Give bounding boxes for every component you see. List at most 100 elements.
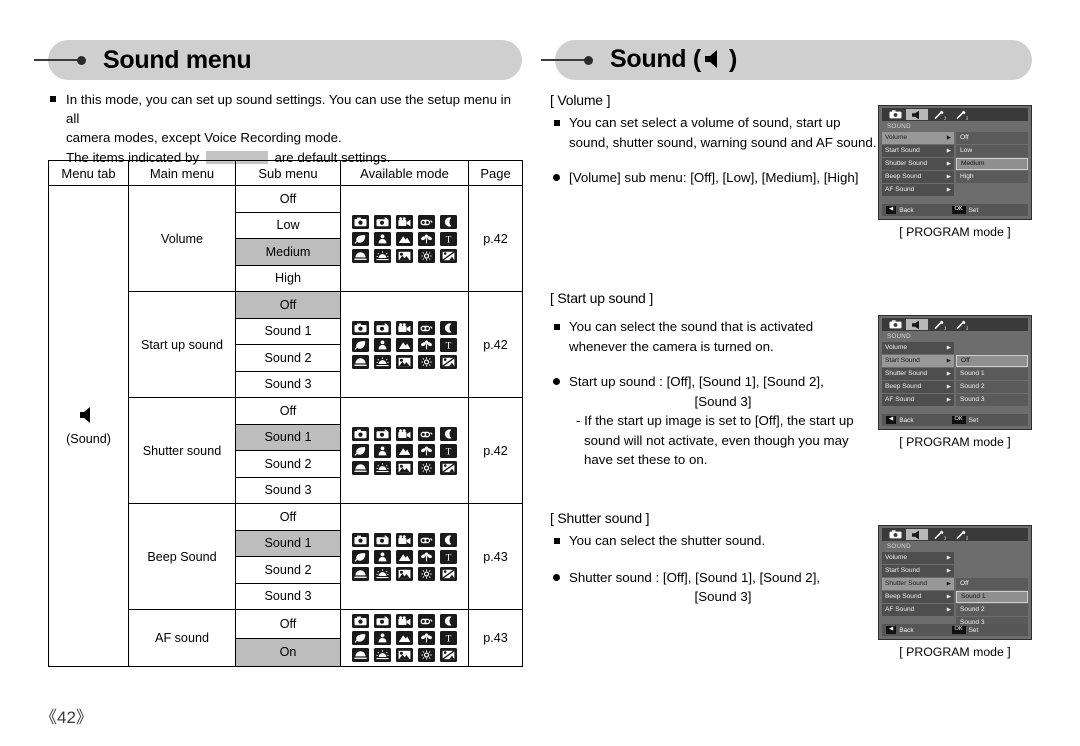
square-bullet-icon [50, 96, 56, 102]
lcd-menu-item-label: Beep Sound [885, 173, 922, 181]
lcd-back-button[interactable]: ◀ Back [886, 206, 914, 214]
lcd-menu-item[interactable]: Volume ▶ [882, 552, 954, 564]
lcd-option[interactable]: Off [956, 578, 1028, 590]
lcd-menu-header: SOUND [887, 543, 911, 550]
landscape-icon [396, 443, 413, 458]
lcd-menu-item[interactable]: Volume ▶ [882, 132, 954, 144]
lcd-option[interactable]: Sound 2 [956, 604, 1028, 616]
lcd-back-label: Back [899, 626, 914, 634]
setup1-tab-icon[interactable]: 1 [928, 319, 950, 330]
landscape-icon [396, 631, 413, 645]
page-ref-cell: p.43 [468, 503, 523, 610]
setup2-tab-icon[interactable]: 2 [950, 109, 972, 120]
lcd-menu-item[interactable]: Start Sound ▶ [882, 565, 954, 577]
backlight-icon [396, 248, 413, 263]
sub-menu-cell: Sound 3 [235, 476, 341, 504]
lcd-menu-item[interactable]: AF Sound ▶ [882, 604, 954, 616]
sub-menu-cell-default: Sound 1 [235, 423, 341, 451]
main-menu-cell: Volume [128, 185, 236, 292]
sub-menu-cell: Low [235, 211, 341, 239]
lcd-option[interactable]: Sound 1 [956, 368, 1028, 380]
portrait-icon [374, 631, 391, 645]
lcd-option[interactable]: Off [956, 132, 1028, 144]
lcd-menu-item-label: Start Sound [885, 147, 920, 155]
sound-tab-icon[interactable] [906, 319, 928, 330]
sub-menu-cell: Sound 2 [235, 450, 341, 478]
movie-icon [396, 532, 413, 547]
lcd-set-button[interactable]: OK Set [951, 416, 978, 424]
available-mode-cell: T [340, 503, 469, 610]
lcd-menu-item-label: Shutter Sound [885, 160, 928, 168]
sound-section-banner: Sound () [541, 40, 1032, 80]
lcd-menu-item[interactable]: Beep Sound ▶ [882, 381, 954, 393]
lcd-menu-item[interactable]: AF Sound ▶ [882, 394, 954, 406]
page-title: Sound menu [103, 45, 252, 74]
lcd-option[interactable]: High [956, 171, 1028, 183]
col-header-main-menu: Main menu [128, 160, 236, 186]
chevron-right-icon: ▶ [946, 160, 951, 167]
lcd-set-button[interactable]: OK Set [951, 206, 978, 214]
lcd-menu-item[interactable]: Shutter Sound ▶ [882, 368, 954, 380]
svg-text:1: 1 [944, 535, 946, 540]
sunset-icon [352, 354, 369, 369]
camera-auto-icon [352, 214, 369, 229]
sound-tab-icon[interactable] [906, 109, 928, 120]
voice-record-icon [418, 214, 435, 229]
lcd-back-button[interactable]: ◀ Back [886, 416, 914, 424]
setup2-tab-icon[interactable]: 2 [950, 319, 972, 330]
lcd-menu-item[interactable]: Shutter Sound ▶ [882, 158, 954, 170]
lcd-menu-item[interactable]: Start Sound ▶ [882, 145, 954, 157]
col-header-page: Page [468, 160, 523, 186]
svg-text:T: T [446, 341, 452, 350]
beach-snow-icon [440, 354, 457, 369]
scene-leaf-icon [352, 549, 369, 564]
volume-section-title: [ Volume ] [550, 92, 611, 108]
sub-menu-cell-default: On [235, 637, 341, 667]
svg-text:1: 1 [944, 115, 946, 120]
lcd-menu-item-label: Shutter Sound [885, 370, 928, 378]
lcd-screen-1: 1 2 SOUND Volume ▶ Start Sound ▶ Shutter Sound ▶… [878, 105, 1032, 220]
sub-menu-cell: Off [235, 185, 341, 213]
camera-auto-icon [352, 532, 369, 547]
lcd-menu-item[interactable]: Volume ▶ [882, 342, 954, 354]
lcd-set-button[interactable]: OK Set [951, 626, 978, 634]
svg-text:T: T [446, 553, 452, 562]
lcd-option[interactable]: Sound 3 [956, 394, 1028, 406]
dawn-icon [374, 648, 391, 662]
setup1-tab-icon[interactable]: 1 [928, 109, 950, 120]
camera-tab-icon[interactable] [884, 319, 906, 330]
lcd-menu-item[interactable]: Beep Sound ▶ [882, 171, 954, 183]
chevron-right-icon: ▶ [946, 567, 951, 574]
lcd-option-selected[interactable]: Medium [956, 158, 1028, 170]
chevron-right-icon: ▶ [946, 580, 951, 587]
chevron-right-icon: ▶ [946, 396, 951, 403]
svg-text:2: 2 [966, 325, 968, 330]
setup1-tab-icon[interactable]: 1 [928, 529, 950, 540]
lcd-menu-item-label: Beep Sound [885, 383, 922, 391]
startup-desc: You can select the sound that is activat… [552, 317, 877, 356]
lcd-option-selected[interactable]: Sound 1 [956, 591, 1028, 603]
lcd-option[interactable]: Low [956, 145, 1028, 157]
lcd-menu-item[interactable]: Beep Sound ▶ [882, 591, 954, 603]
lcd-option[interactable]: Sound 2 [956, 381, 1028, 393]
lcd-menu-item[interactable]: AF Sound ▶ [882, 184, 954, 196]
movie-icon [396, 614, 413, 628]
sound-tab-icon[interactable] [906, 529, 928, 540]
lcd-option-selected[interactable]: Off [956, 355, 1028, 367]
camera-tab-icon[interactable] [884, 529, 906, 540]
camera-tab-icon[interactable] [884, 109, 906, 120]
lcd-menu-item[interactable]: Shutter Sound ▶ [882, 578, 954, 590]
volume-desc: You can set select a volume of sound, st… [552, 113, 877, 152]
shutter-section-title: [ Shutter sound ] [550, 510, 650, 526]
night-scene-icon [440, 532, 457, 547]
sub-menu-cell: Off [235, 609, 341, 639]
camera-program-icon [374, 320, 391, 335]
volume-desc-line-2: sound, shutter sound, warning sound and … [569, 134, 877, 150]
startup-submenu-line-1: Start up sound : [Off], [Sound 1], [Soun… [569, 374, 824, 389]
lcd-menu-item[interactable]: Start Sound ▶ [882, 355, 954, 367]
page-ref-cell: p.42 [468, 291, 523, 398]
beach-snow-icon [440, 566, 457, 581]
startup-section-title: [ Start up sound ] [550, 290, 654, 306]
lcd-back-button[interactable]: ◀ Back [886, 626, 914, 634]
setup2-tab-icon[interactable]: 2 [950, 529, 972, 540]
